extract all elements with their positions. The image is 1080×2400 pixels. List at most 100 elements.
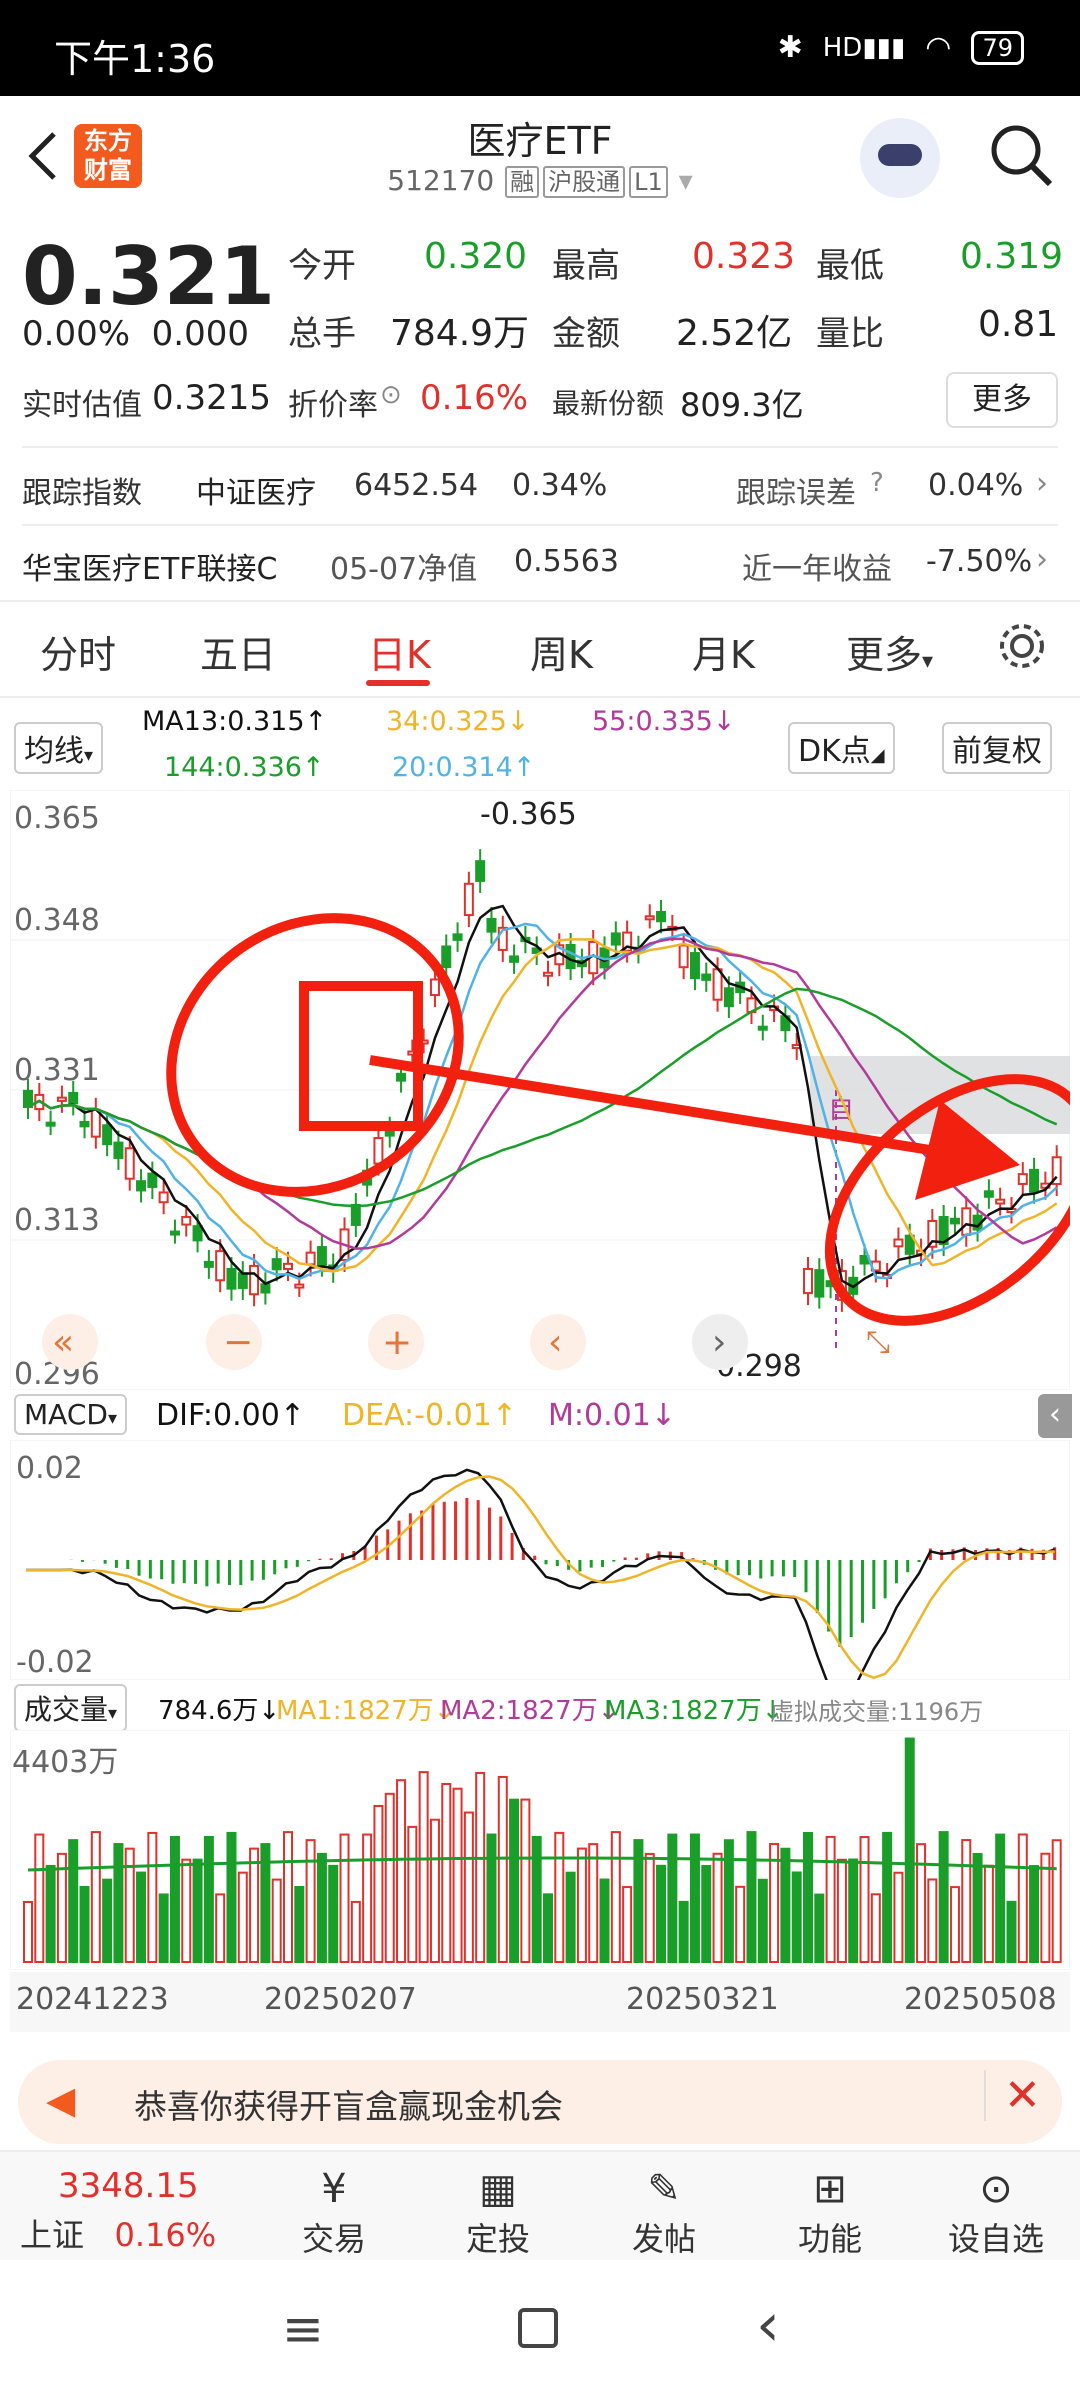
nav-post-label: 发帖 (631, 2220, 696, 2258)
candle-body (814, 1269, 825, 1298)
candle-body (237, 1272, 248, 1289)
caret-down-icon: ▾ (678, 164, 693, 197)
volume-bar (995, 1833, 1006, 1963)
volume-svg: 4403万 (9, 1729, 1071, 1971)
tab-monthly-k[interactable]: 月K (692, 624, 755, 679)
index-ticker-value: 3348.15 (58, 2166, 199, 2206)
yen-icon: ¥ (321, 2166, 347, 2212)
volume-bar (384, 1792, 395, 1964)
volume-bar (927, 1878, 938, 1963)
candle-body (215, 1250, 226, 1282)
volume-bar (373, 1804, 384, 1964)
help-icon[interactable]: ? (870, 468, 884, 498)
tracking-index-name: 中证医疗 (196, 476, 316, 511)
candle-body (271, 1258, 282, 1271)
status-icons: ✱ HD▮▮▮ ◠ 79 (778, 30, 1024, 65)
status-bar: 下午1:36 ✱ HD▮▮▮ ◠ 79 (0, 0, 1080, 96)
tab-more[interactable]: 更多▾ (846, 624, 933, 679)
grid-icon: ⊞ (813, 2166, 847, 2212)
candle-body (350, 1203, 361, 1226)
candle-body (1017, 1173, 1028, 1185)
back-nav-icon[interactable]: ‹ (756, 2290, 780, 2360)
kline-chart[interactable]: 自 0.365 0.348 0.331 0.313 0.296 -0.365 0… (9, 789, 1080, 1392)
fullscreen-icon[interactable]: ⤡ (866, 1325, 890, 1360)
ma-indicator-row: 均线▾ MA13:0.315↑ 34:0.325↓ 55:0.335↓ 144:… (0, 696, 1080, 788)
volume-bar (949, 1886, 960, 1963)
caret-down-icon: ▾ (922, 649, 934, 674)
candle-body (147, 1172, 158, 1188)
quote-panel: 0.321 0.00% 0.000 今开 0.320 最高 0.323 最低 0… (0, 220, 1080, 440)
volume-bar (271, 1878, 282, 1963)
linked-fund-row[interactable]: 华宝医疗ETF联接C 05-07净值 0.5563 近一年收益 -7.50% › (0, 528, 1080, 600)
promo-banner[interactable]: ◀ 恭喜你获得开盲盒赢现金机会 ✕ (18, 2060, 1062, 2144)
wifi-icon: ◠ (925, 30, 952, 65)
candle-body (656, 910, 667, 923)
volume-bar (701, 1865, 712, 1964)
y-label-3: 0.331 (14, 1053, 100, 1088)
candle-body (102, 1124, 113, 1146)
dk-point-select[interactable]: DK点◢ (788, 722, 895, 774)
volume-select[interactable]: 成交量▾ (14, 1684, 128, 1732)
date-label-2: 20250207 (264, 1982, 417, 2017)
volume-bar (554, 1831, 565, 1963)
settings-button[interactable] (996, 620, 1048, 676)
candle-body (56, 1096, 67, 1102)
adjust-select[interactable]: 前复权 (942, 722, 1052, 774)
nav-functions[interactable]: ⊞ 功能 (760, 2164, 900, 2260)
assistant-robot-icon[interactable] (860, 118, 940, 198)
nav-post[interactable]: ✎ 发帖 (594, 2164, 734, 2260)
tab-daily-k[interactable]: 日K (368, 624, 431, 679)
candle-body (113, 1141, 124, 1159)
network-label: HD (822, 32, 863, 63)
ratio-value: 0.81 (978, 304, 1059, 345)
volume-bar (23, 1901, 33, 1963)
candle-body (203, 1260, 214, 1268)
volume-chart[interactable]: 4403万 (9, 1729, 1071, 1971)
bottom-nav: 3348.15 上证 0.16% ¥ 交易 ▦ 定投 ✎ 发帖 ⊞ 功能 ⊙ 设自选 (0, 2150, 1080, 2260)
macd-select[interactable]: MACD▾ (14, 1394, 127, 1435)
battery-icon: 79 (971, 30, 1024, 65)
volume-bar (45, 1864, 56, 1963)
candle-body (565, 943, 576, 970)
volume-bar (283, 1831, 293, 1963)
home-icon[interactable] (518, 2308, 558, 2348)
high-value: 0.323 (692, 236, 796, 277)
nav-add-watchlist[interactable]: ⊙ 设自选 (926, 2164, 1066, 2260)
nav-invest[interactable]: ▦ 定投 (428, 2164, 568, 2260)
tracking-index-row[interactable]: 跟踪指数 中证医疗 6452.54 0.34% 跟踪误差 ? 0.04% › (0, 452, 1080, 524)
search-button[interactable] (986, 120, 1056, 190)
tab-five-day[interactable]: 五日 (200, 624, 276, 679)
volume-bar (407, 1825, 418, 1963)
date-label-1: 20241223 (16, 1982, 169, 2017)
chevron-right-icon: › (1036, 466, 1048, 501)
collapse-panel-button[interactable]: ‹ (1038, 1394, 1072, 1438)
volume-bar (644, 1852, 655, 1963)
volume-bar (113, 1843, 124, 1963)
candle-body (45, 1121, 56, 1127)
macd-chart[interactable]: 0.02 -0.02 (9, 1439, 1071, 1714)
tab-weekly-k[interactable]: 周K (530, 624, 593, 679)
menu-icon[interactable]: ≡ (282, 2300, 324, 2358)
ma34-value: 34:0.325↓ (386, 706, 530, 737)
volume-bar (565, 1871, 576, 1963)
more-button[interactable]: 更多 (946, 372, 1058, 428)
candle-body (757, 1025, 768, 1031)
nav-trade[interactable]: ¥ 交易 (264, 2164, 404, 2260)
ma-select[interactable]: 均线▾ (14, 722, 104, 774)
index-ticker[interactable]: 3348.15 上证 0.16% (20, 2166, 260, 2256)
chart-icon: ▦ (479, 2166, 517, 2212)
volume-bar (294, 1886, 305, 1963)
close-icon[interactable]: ✕ (984, 2070, 1041, 2121)
volume-bar (543, 1893, 553, 1963)
amount-value: 2.52亿 (676, 313, 793, 354)
tab-intraday[interactable]: 分时 (40, 624, 116, 679)
volume-bar (678, 1900, 689, 1963)
candle-body (316, 1246, 327, 1266)
candle-body (283, 1262, 293, 1270)
estimate-value: 0.3215 (152, 378, 271, 418)
macd-dea: DEA:-0.01↑ (342, 1398, 517, 1433)
volume-bar (870, 1893, 881, 1964)
macd-y-top: 0.02 (16, 1451, 83, 1486)
volume-bar (192, 1858, 203, 1964)
info-dots-icon[interactable]: ⊙ (380, 380, 402, 410)
